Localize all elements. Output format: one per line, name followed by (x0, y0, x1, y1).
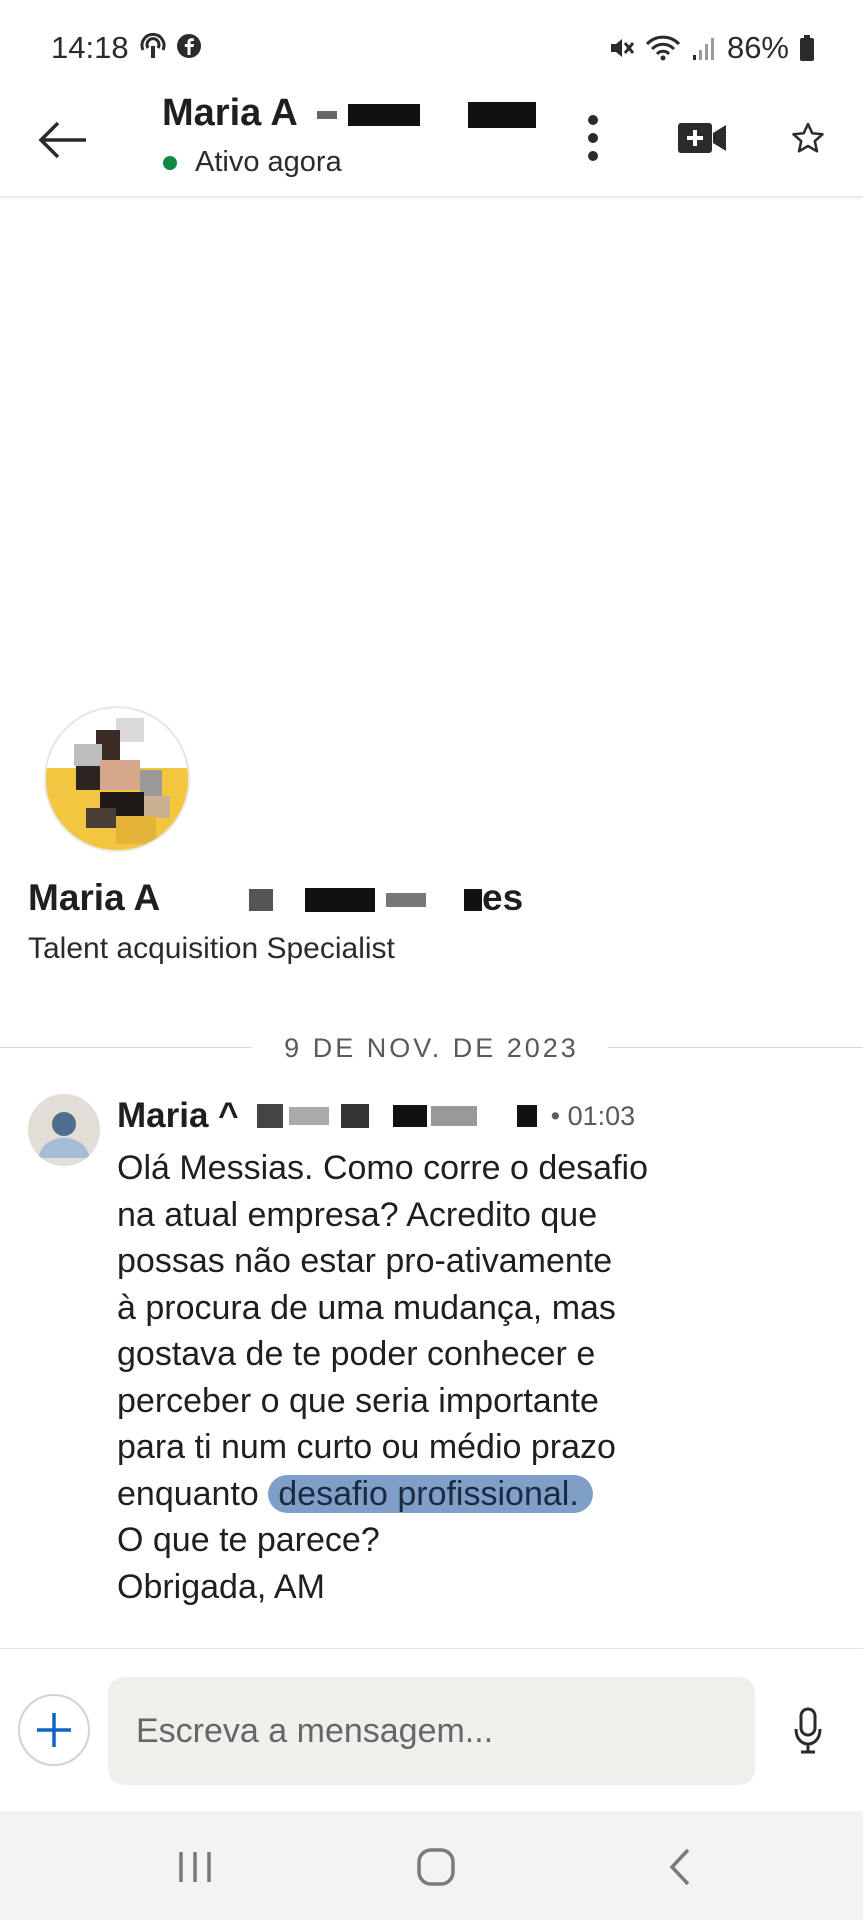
battery-level: 86% (726, 30, 789, 65)
status-notification-icons (138, 32, 202, 60)
redaction-block (347, 103, 420, 126)
profile-name-text: Maria A (28, 877, 159, 918)
message-line: O que te parece? (117, 1521, 380, 1559)
redaction-block (305, 888, 376, 913)
message-input-box[interactable] (108, 1677, 755, 1785)
message-line: à procura de uma mudança, mas (117, 1288, 616, 1327)
home-icon (417, 1848, 455, 1886)
message-line: na atual empresa? Acredito que (117, 1195, 598, 1234)
facebook-icon (177, 34, 201, 58)
profile-photo-pixelated (46, 708, 188, 850)
video-call-button[interactable] (670, 106, 734, 170)
mute-icon (610, 39, 635, 57)
message-sender[interactable]: Maria ^ (117, 1096, 239, 1136)
plus-icon (37, 1713, 71, 1747)
profile-avatar[interactable] (44, 706, 190, 852)
highlighted-text: desafio profissional. (268, 1474, 593, 1513)
home-button[interactable] (401, 1839, 471, 1895)
wifi-icon (645, 35, 681, 61)
signal-icon (692, 38, 714, 60)
status-bar: 14:18 86% (0, 0, 863, 92)
redaction-block (516, 1105, 537, 1127)
contact-name-text: Maria A (162, 92, 297, 134)
profile-headline: Talent acquisition Specialist (28, 932, 395, 965)
more-options-button[interactable] (561, 106, 625, 170)
presence-status: Ativo agora (163, 146, 342, 179)
conversation-header: Maria A Ativo agora (0, 92, 863, 197)
redaction-block (340, 1104, 369, 1128)
redaction-block (317, 110, 338, 119)
status-time: 14:18 (51, 30, 129, 65)
battery-icon (800, 35, 814, 61)
redaction-block (464, 889, 483, 912)
message-line: possas não estar pro-ativamente (117, 1242, 613, 1280)
profile-name-suffix: es (482, 877, 524, 918)
message-body: Olá Messias. Como corre o desafio na atu… (117, 1145, 757, 1610)
hotspot-icon (140, 32, 166, 58)
message-line-text: enquanto (117, 1474, 259, 1513)
recent-apps-button[interactable] (160, 1839, 230, 1895)
more-vertical-icon (588, 115, 598, 161)
profile-name[interactable]: Maria A es (28, 877, 523, 919)
online-indicator (163, 155, 177, 170)
voice-message-button[interactable] (780, 1699, 836, 1763)
microphone-icon (794, 1707, 822, 1754)
message-composer (0, 1648, 863, 1811)
back-nav-button[interactable] (644, 1839, 714, 1895)
redaction-block (256, 1104, 283, 1128)
date-divider-text: 9 DE NOV. DE 2023 (284, 1033, 579, 1063)
divider-line-right (608, 1047, 863, 1048)
system-navigation-bar (0, 1811, 863, 1920)
message-time: • 01:03 (550, 1100, 636, 1131)
redaction-block (249, 889, 274, 912)
redaction-block (468, 101, 537, 128)
recent-apps-icon (179, 1852, 211, 1882)
sender-avatar[interactable] (28, 1094, 100, 1166)
presence-text: Ativo agora (195, 146, 342, 178)
chevron-left-icon (669, 1848, 690, 1886)
arrow-left-icon (38, 121, 86, 159)
date-divider: 9 DE NOV. DE 2023 (0, 1030, 863, 1066)
attach-button[interactable] (18, 1694, 90, 1766)
back-button[interactable] (32, 110, 92, 170)
redaction-block (288, 1107, 329, 1125)
message-input[interactable] (108, 1677, 755, 1785)
message-meta: Maria ^ • 01:03 (117, 1096, 635, 1136)
message-line: para ti num curto ou médio prazo (117, 1428, 616, 1466)
favorite-button[interactable] (776, 106, 840, 170)
status-system-icons: 86% (607, 30, 815, 66)
contact-name[interactable]: Maria A (162, 92, 537, 135)
message-line: gostava de te poder conhecer e (117, 1335, 596, 1373)
message-line: perceber o que seria importante (117, 1381, 599, 1420)
redaction-block (430, 1106, 477, 1126)
redaction-block (385, 893, 426, 908)
message-line: Obrigada, AM (117, 1567, 325, 1606)
video-plus-icon (678, 123, 726, 153)
message-line: Olá Messias. Como corre o desafio (117, 1149, 648, 1187)
default-avatar-icon (28, 1094, 100, 1166)
star-outline-icon (792, 122, 824, 153)
redaction-block (392, 1105, 427, 1127)
message-line-highlight: enquanto desafio profissional. (117, 1471, 757, 1518)
